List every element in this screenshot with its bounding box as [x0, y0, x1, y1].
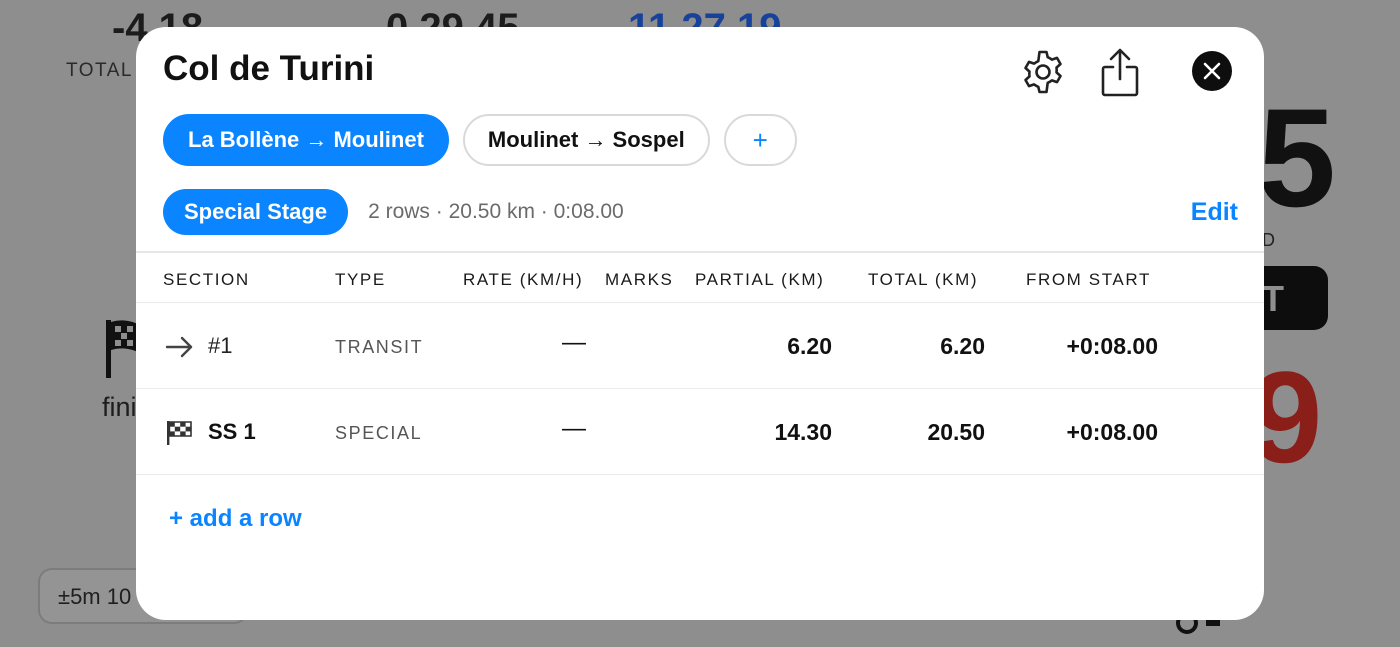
- header-rate: RATE (KM/H): [463, 270, 584, 289]
- settings-button[interactable]: [1018, 47, 1068, 97]
- stage-summary: 2 rows · 20.50 km · 0:08.00: [368, 200, 624, 223]
- bg-finish-label: fini: [102, 392, 137, 422]
- row-total: 20.50: [927, 419, 985, 445]
- row-section: #1: [208, 333, 233, 358]
- tab-moulinet-sospel[interactable]: Moulinet → Sospel: [462, 114, 710, 166]
- row-rate: —: [562, 415, 586, 442]
- sections-table: SECTION TYPE RATE (KM/H) MARKS PARTIAL (…: [136, 251, 1264, 475]
- bg-big-label: D: [1262, 230, 1276, 250]
- stage-info-row: Special Stage 2 rows · 20.50 km · 0:08.0…: [163, 189, 1238, 235]
- header-partial: PARTIAL (KM): [695, 270, 825, 289]
- row-type: TRANSIT: [335, 337, 424, 357]
- row-type: SPECIAL: [335, 423, 423, 443]
- row-total: 6.20: [940, 333, 985, 359]
- row-from-start: +0:08.00: [1066, 419, 1158, 445]
- tab-la-bollene-moulinet[interactable]: La Bollène → Moulinet: [163, 114, 449, 166]
- edit-button[interactable]: Edit: [1191, 198, 1238, 227]
- stage-type-chip[interactable]: Special Stage: [163, 189, 349, 235]
- table-header: SECTION TYPE RATE (KM/H) MARKS PARTIAL (…: [136, 251, 1264, 303]
- bg-big-digit: 5: [1258, 79, 1336, 236]
- close-button[interactable]: [1192, 51, 1232, 91]
- checkered-flag-icon: [106, 320, 138, 378]
- arrow-right-icon: [165, 336, 193, 358]
- add-row-button[interactable]: + add a row: [169, 505, 302, 533]
- header-from-start: FROM START: [1026, 270, 1151, 289]
- row-partial: 6.20: [787, 333, 832, 359]
- row-from-start: +0:08.00: [1066, 333, 1158, 359]
- row-rate: —: [562, 329, 586, 356]
- gear-icon: [1024, 50, 1062, 94]
- leg-tabs: La Bollène → Moulinet Moulinet → Sospel …: [163, 114, 797, 166]
- close-icon: [1203, 62, 1221, 80]
- row-section: SS 1: [208, 419, 256, 444]
- bg-pill-text: T: [1262, 278, 1284, 319]
- bg-total-label: TOTAL: [66, 60, 133, 81]
- modal-title: Col de Turini: [163, 49, 375, 88]
- table-row[interactable]: #1 TRANSIT — 6.20 6.20 +0:08.00: [136, 303, 1264, 389]
- bg-dash: [1206, 620, 1220, 626]
- header-marks: MARKS: [605, 270, 674, 289]
- header-section: SECTION: [163, 270, 250, 289]
- add-leg-button[interactable]: +: [723, 114, 797, 166]
- share-button[interactable]: [1094, 45, 1146, 101]
- stage-modal: Col de Turini La Bollène → Moulinet Moul…: [136, 27, 1264, 620]
- row-partial: 14.30: [774, 419, 832, 445]
- share-icon: [1101, 48, 1139, 97]
- checkered-flag-icon: [167, 421, 192, 445]
- bg-offset-button-text: ±5m 10: [58, 584, 132, 609]
- table-row[interactable]: SS 1 SPECIAL — 14.30 20.50 +0:08.00: [136, 389, 1264, 475]
- header-total: TOTAL (KM): [868, 270, 979, 289]
- header-type: TYPE: [335, 270, 386, 289]
